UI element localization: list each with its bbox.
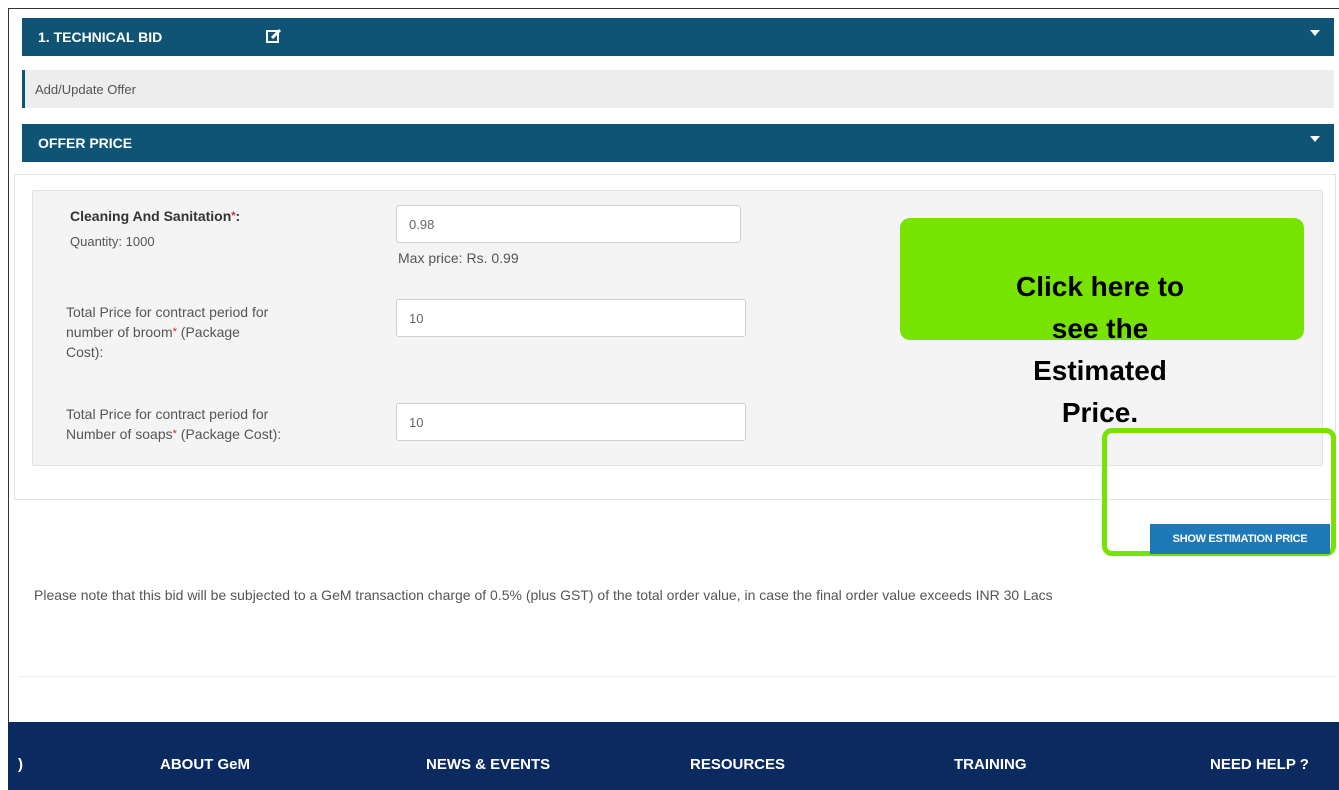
offer-price-title: OFFER PRICE	[38, 135, 133, 151]
technical-bid-header[interactable]: 1. TECHNICAL BID	[22, 18, 1334, 56]
max-price-text: Max price: Rs. 0.99	[398, 250, 519, 266]
footer-item-about[interactable]: ABOUT GeM	[160, 756, 250, 773]
required-marker: *	[231, 210, 236, 222]
item-label-cleaning: Cleaning And Sanitation*:	[70, 208, 241, 224]
offer-price-header[interactable]: OFFER PRICE	[22, 124, 1334, 162]
show-estimation-price-button[interactable]: SHOW ESTIMATION PRICE	[1150, 524, 1330, 554]
broom-price-input[interactable]: 10	[396, 299, 746, 337]
technical-bid-title: 1. TECHNICAL BID	[38, 29, 163, 45]
divider	[18, 676, 1336, 677]
item-label-soaps: Total Price for contract period for Numb…	[66, 406, 282, 442]
edit-icon[interactable]	[266, 28, 282, 47]
footer-item-help[interactable]: NEED HELP ?	[1210, 756, 1309, 773]
add-update-offer-label: Add/Update Offer	[35, 82, 136, 97]
chevron-down-icon[interactable]	[1310, 30, 1320, 36]
add-update-offer-bar[interactable]: Add/Update Offer	[22, 70, 1334, 108]
footer-item-resources[interactable]: RESOURCES	[690, 756, 785, 773]
footer: ) ABOUT GeM NEWS & EVENTS RESOURCES TRAI…	[8, 722, 1339, 790]
soaps-price-input[interactable]: 10	[396, 403, 746, 441]
footer-item-partial[interactable]: )	[18, 756, 23, 773]
footer-item-training[interactable]: TRAINING	[954, 756, 1027, 773]
cleaning-price-input[interactable]: 0.98	[396, 205, 741, 243]
item-label-broom: Total Price for contract period for numb…	[66, 304, 269, 360]
item-quantity: Quantity: 1000	[70, 234, 155, 249]
callout-text: Click here to see the Estimated Price.	[1015, 271, 1185, 428]
footer-item-news[interactable]: NEWS & EVENTS	[426, 756, 550, 773]
transaction-charge-note: Please note that this bid will be subjec…	[34, 587, 1053, 603]
chevron-down-icon[interactable]	[1310, 136, 1320, 142]
